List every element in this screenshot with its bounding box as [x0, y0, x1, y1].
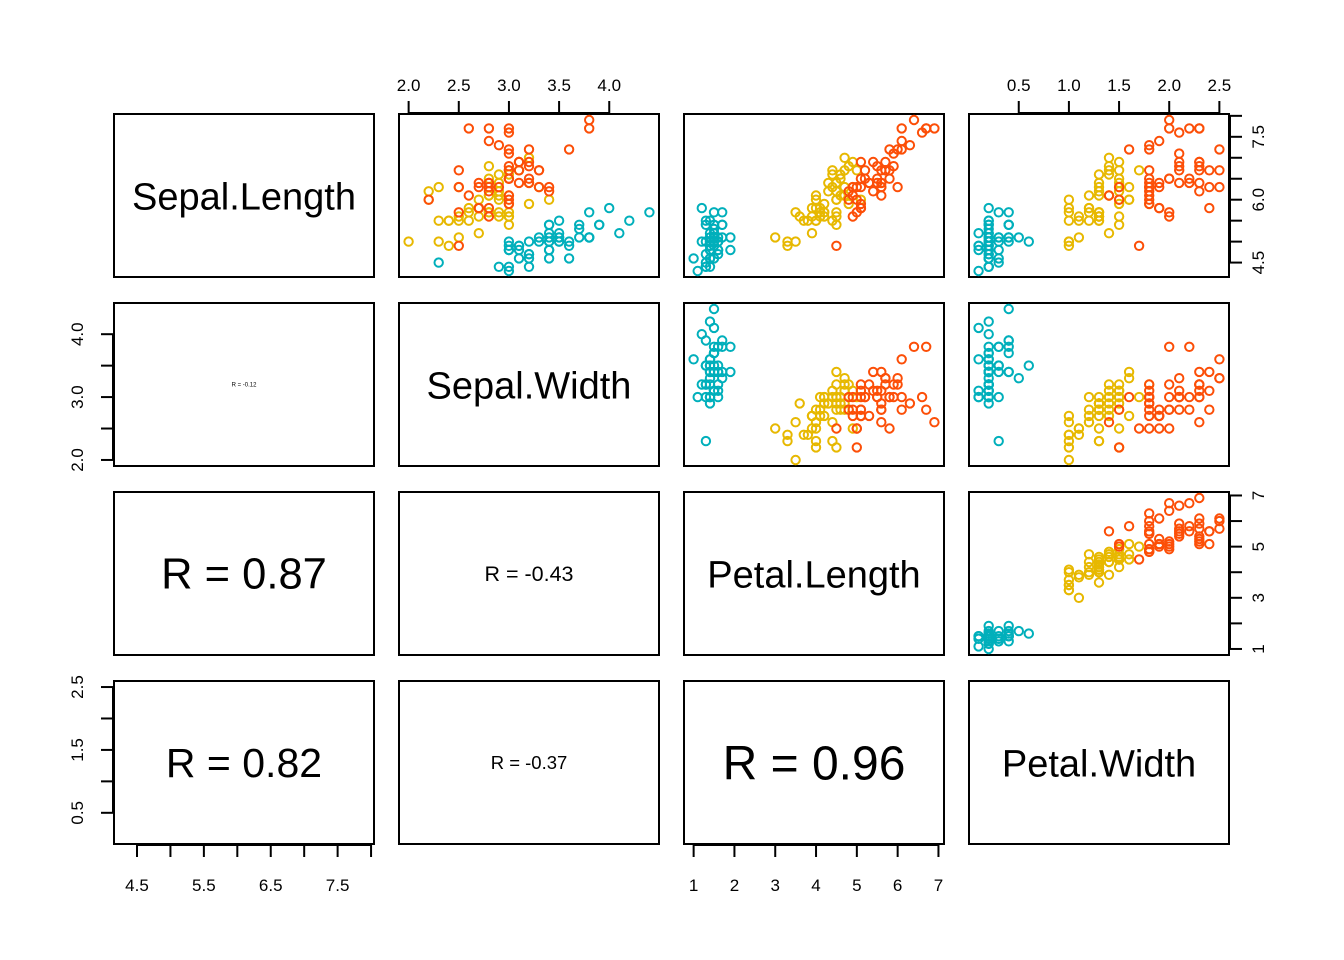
diagonal-label-petal-width: Petal.Width — [1002, 744, 1196, 786]
tick-label: 2.0 — [68, 448, 87, 472]
tick-label: 2.5 — [68, 675, 87, 699]
background — [0, 0, 1344, 960]
diagonal-label-petal-length: Petal.Length — [707, 555, 920, 597]
tick-label: 4 — [811, 876, 820, 895]
correlation-label: R = 0.82 — [166, 740, 322, 786]
tick-label: 7 — [1249, 491, 1268, 500]
tick-label: 2.0 — [1157, 76, 1181, 95]
tick-label: 3 — [1249, 593, 1268, 602]
tick-label: 2.5 — [447, 76, 471, 95]
tick-label: 2.0 — [397, 76, 421, 95]
tick-label: 3 — [771, 876, 780, 895]
correlation-label: R = -0.12 — [232, 383, 258, 389]
tick-label: 1 — [1249, 644, 1268, 653]
tick-label: 4.5 — [125, 876, 149, 895]
tick-label: 5 — [852, 876, 861, 895]
tick-label: 3.5 — [547, 76, 571, 95]
diagonal-label-sepal-width: Sepal.Width — [427, 366, 632, 408]
tick-label: 4.0 — [68, 322, 87, 346]
correlation-label: R = 0.87 — [161, 551, 327, 599]
tick-label: 5.5 — [192, 876, 216, 895]
tick-label: 6.0 — [1249, 188, 1268, 212]
tick-label: 1.0 — [1057, 76, 1081, 95]
tick-label: 6.5 — [259, 876, 283, 895]
tick-label: 1.5 — [68, 738, 87, 762]
correlation-label: R = 0.96 — [723, 737, 906, 790]
tick-label: 5 — [1249, 542, 1268, 551]
tick-label: 2.5 — [1208, 76, 1232, 95]
tick-label: 7.5 — [326, 876, 350, 895]
pairs-scatter-matrix: Sepal.Length Sepal.Width Petal.Length Petal… — [0, 0, 1344, 960]
tick-label: 4.0 — [597, 76, 621, 95]
tick-label: 1.5 — [1107, 76, 1131, 95]
tick-label: 6 — [893, 876, 902, 895]
diagonal-label-sepal-length: Sepal.Length — [132, 177, 356, 219]
correlation-label: R = -0.37 — [491, 752, 568, 773]
correlation-label: R = -0.43 — [484, 562, 573, 586]
tick-label: 1 — [689, 876, 698, 895]
tick-label: 3.0 — [497, 76, 521, 95]
tick-label: 0.5 — [1007, 76, 1031, 95]
tick-label: 2 — [730, 876, 739, 895]
tick-label: 3.0 — [68, 385, 87, 409]
tick-label: 4.5 — [1249, 251, 1268, 275]
tick-label: 0.5 — [68, 801, 87, 825]
tick-label: 7.5 — [1249, 125, 1268, 149]
tick-label: 7 — [934, 876, 943, 895]
